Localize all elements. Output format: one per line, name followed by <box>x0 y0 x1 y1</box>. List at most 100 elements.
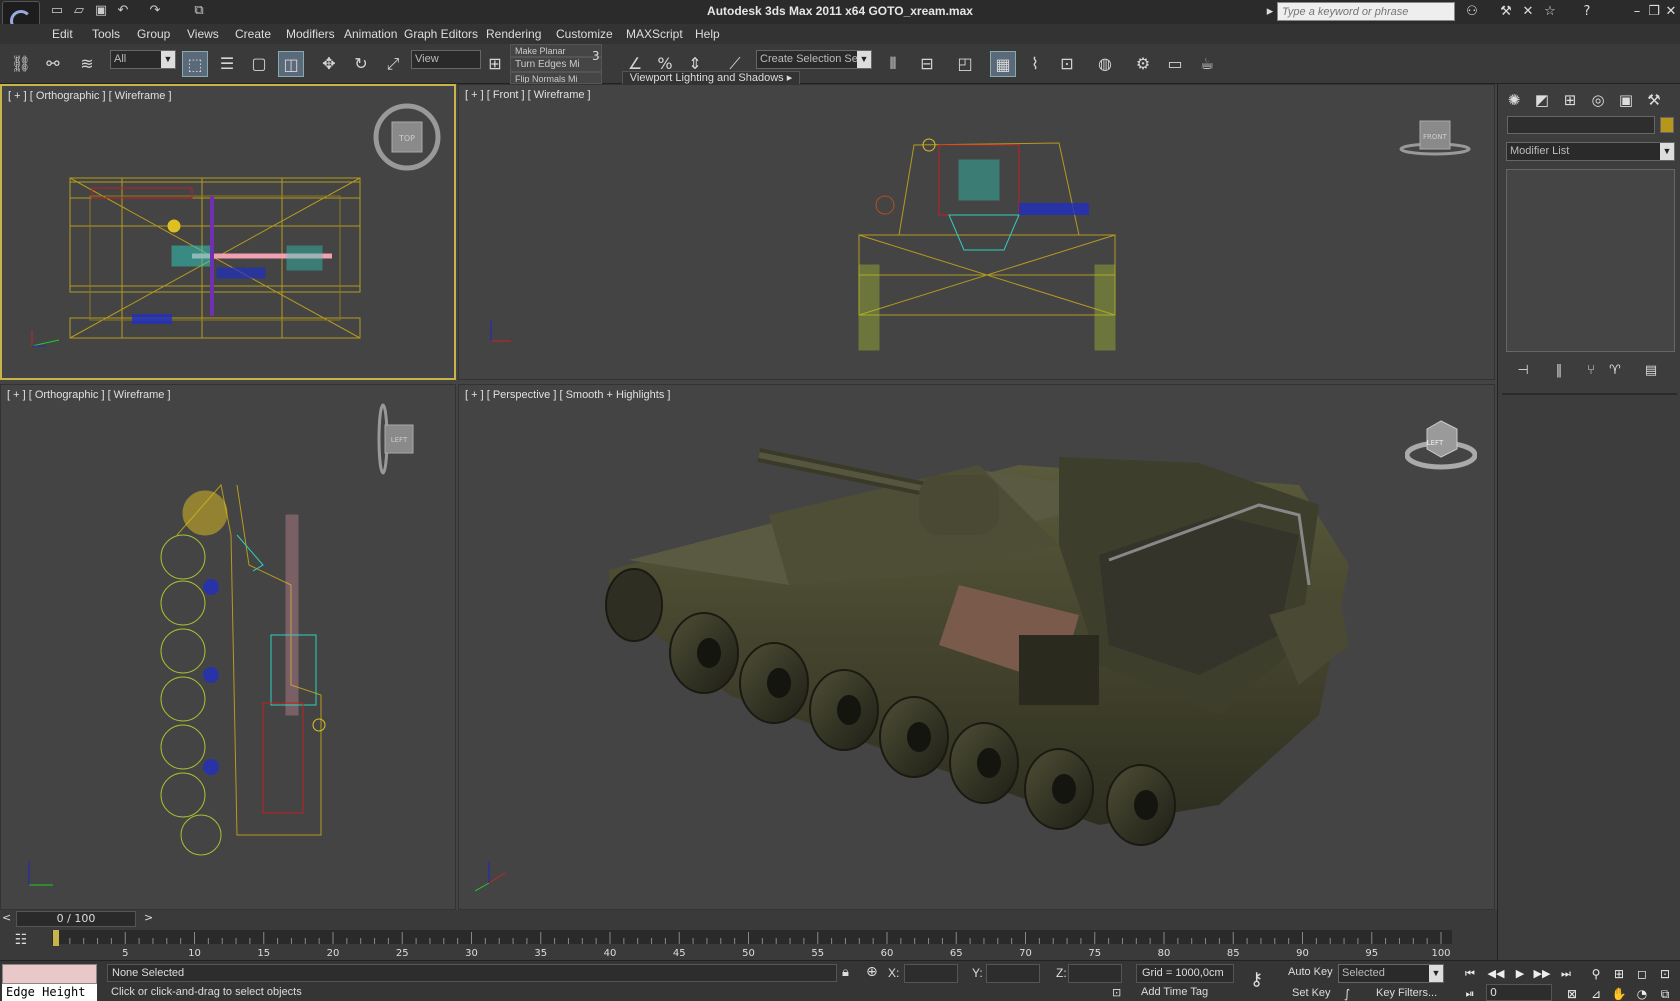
object-color-swatch[interactable] <box>1660 117 1674 133</box>
bind-to-space-warp-icon[interactable]: ≋ <box>74 51 100 77</box>
search-input[interactable] <box>1277 2 1455 21</box>
viewcube-top[interactable]: TOP <box>372 102 442 172</box>
go-to-start-icon[interactable]: ⏮ <box>1460 965 1480 983</box>
selection-filter-dropdown[interactable]: All ▼ <box>110 50 176 69</box>
menu-tools[interactable]: Tools <box>92 27 120 41</box>
ruler-track[interactable] <box>52 930 1452 944</box>
zoom-extents-all-icon[interactable]: ⊡ <box>1655 965 1675 983</box>
show-end-result-icon[interactable]: ‖ <box>1548 361 1570 381</box>
maximize-viewport-icon[interactable]: ⧉ <box>1655 985 1675 1001</box>
close-icon[interactable]: ✕ <box>1662 3 1680 21</box>
viewport-front[interactable]: FRONT [ + ] [ Front ] [ Wireframe ] <box>458 84 1495 380</box>
key-filters-button[interactable]: Key Filters... <box>1376 987 1437 999</box>
add-time-tag-button[interactable]: Add Time Tag <box>1136 984 1246 1001</box>
set-key-button[interactable]: Set Key <box>1292 987 1331 999</box>
y-coordinate-field[interactable] <box>986 964 1040 983</box>
restore-icon[interactable]: ❐ <box>1645 3 1663 21</box>
time-tag-icon[interactable]: ⊡ <box>1112 986 1121 999</box>
time-configuration-icon[interactable]: ⊠ <box>1562 985 1582 1001</box>
layer-manager-icon[interactable]: ◰ <box>952 51 978 77</box>
time-slider-next-icon[interactable]: > <box>144 911 153 924</box>
previous-frame-icon[interactable]: ◀◀ <box>1486 965 1506 983</box>
zoom-extents-icon[interactable]: ◻ <box>1632 965 1652 983</box>
minimize-icon[interactable]: – <box>1628 3 1646 21</box>
select-and-rotate-icon[interactable]: ↻ <box>348 51 374 77</box>
menu-views[interactable]: Views <box>187 27 219 41</box>
pin-stack-icon[interactable]: ⊣ <box>1512 361 1534 381</box>
favorites-star-icon[interactable]: ☆ <box>1541 3 1559 21</box>
select-and-link-icon[interactable]: ⛓ <box>8 51 34 77</box>
menu-graph-editors[interactable]: Graph Editors <box>404 27 478 41</box>
pan-icon[interactable]: ✋ <box>1609 985 1629 1001</box>
flip-normals-button[interactable]: Flip Normals Mi <box>510 72 602 84</box>
turn-edges-button[interactable]: Turn Edges Mi <box>510 57 602 72</box>
zoom-icon[interactable]: ⚲ <box>1586 965 1606 983</box>
save-file-icon[interactable]: ▣ <box>92 3 110 19</box>
help-icon[interactable]: ? <box>1578 3 1596 21</box>
window-crossing-icon[interactable]: ◫ <box>278 51 304 77</box>
viewport-label[interactable]: [ + ] [ Front ] [ Wireframe ] <box>465 89 591 101</box>
object-name-input[interactable] <box>1507 116 1655 134</box>
select-by-name-icon[interactable]: ☰ <box>214 51 240 77</box>
set-key-mode-key-icon[interactable]: ⚷ <box>1250 969 1263 990</box>
menu-maxscript[interactable]: MAXScript <box>626 27 683 41</box>
zoom-all-icon[interactable]: ⊞ <box>1609 965 1629 983</box>
menu-modifiers[interactable]: Modifiers <box>286 27 335 41</box>
timeline-ruler[interactable]: 5 10 15 20 25 30 35 40 45 50 55 60 65 70 75 80 85 90 95 100 <box>52 930 1452 958</box>
communication-center-icon[interactable]: ✕ <box>1519 3 1537 21</box>
make-unique-icon[interactable]: ⑂ <box>1580 361 1602 381</box>
current-frame-field[interactable]: 0 <box>1486 984 1552 1001</box>
new-file-icon[interactable]: ▭ <box>48 3 66 19</box>
redo-icon[interactable]: ↷ <box>146 3 164 19</box>
viewport-label[interactable]: [ + ] [ Orthographic ] [ Wireframe ] <box>8 90 172 102</box>
viewcube-perspective[interactable]: LEFT <box>1404 413 1478 471</box>
curve-editor-icon[interactable]: ⌇ <box>1022 51 1048 77</box>
selection-lock-icon[interactable]: 🔒︎ <box>842 965 849 980</box>
named-selection-dropdown[interactable]: Create Selection Se ▼ <box>756 50 872 69</box>
menu-animation[interactable]: Animation <box>344 27 397 41</box>
absolute-mode-icon[interactable]: ⊕ <box>866 964 878 980</box>
reference-coordinate-dropdown[interactable]: View <box>411 50 481 69</box>
select-object-icon[interactable]: ⬚ <box>182 51 208 77</box>
select-and-move-icon[interactable]: ✥ <box>316 51 342 77</box>
viewport-label[interactable]: [ + ] [ Orthographic ] [ Wireframe ] <box>7 389 171 401</box>
key-mode-toggle-icon[interactable]: ⏯ <box>1460 985 1480 1001</box>
viewport-left-orthographic[interactable]: LEFT [ + ] [ Orthographic ] [ Wireframe … <box>0 384 456 910</box>
open-file-icon[interactable]: ▱ <box>70 3 88 19</box>
rectangular-selection-icon[interactable]: ▢ <box>246 51 272 77</box>
motion-tab-icon[interactable]: ◎ <box>1586 88 1610 112</box>
unlink-selection-icon[interactable]: ⚯ <box>40 51 66 77</box>
maxscript-input[interactable]: Edge Height <box>2 984 97 1001</box>
schematic-view-icon[interactable]: ⊡ <box>1054 51 1080 77</box>
configure-modifier-sets-icon[interactable]: ▤ <box>1640 361 1662 381</box>
menu-rendering[interactable]: Rendering <box>486 27 541 41</box>
modifier-list-dropdown[interactable]: Modifier List ▼ <box>1506 142 1675 161</box>
key-mode-dropdown[interactable]: Selected ▼ <box>1338 964 1444 983</box>
maxscript-listener-mini[interactable] <box>2 964 97 984</box>
hierarchy-tab-icon[interactable]: ⊞ <box>1558 88 1582 112</box>
time-slider-thumb[interactable]: 0 / 100 <box>16 911 136 927</box>
x-coordinate-field[interactable] <box>904 964 958 983</box>
current-frame-marker[interactable] <box>53 930 59 946</box>
menu-create[interactable]: Create <box>235 27 271 41</box>
render-setup-icon[interactable]: ⚙ <box>1130 51 1156 77</box>
utilities-tab-icon[interactable]: ⚒ <box>1642 88 1666 112</box>
modify-tab-icon[interactable]: ◩ <box>1530 88 1554 112</box>
undo-icon[interactable]: ↶ <box>114 3 132 19</box>
viewport-top-orthographic[interactable]: TOP [ + ] [ Orthographic ] [ Wireframe ] <box>0 84 456 380</box>
render-production-icon[interactable]: ☕ <box>1194 51 1220 77</box>
mirror-icon[interactable]: ⫴ <box>880 51 906 77</box>
graphite-ribbon-icon[interactable]: ▦ <box>990 51 1016 77</box>
display-tab-icon[interactable]: ▣ <box>1614 88 1638 112</box>
rendered-frame-window-icon[interactable]: ▭ <box>1162 51 1188 77</box>
field-of-view-icon[interactable]: ⊿ <box>1586 985 1606 1001</box>
go-to-end-icon[interactable]: ⏭ <box>1556 965 1576 983</box>
binoculars-icon[interactable]: ⚇ <box>1463 3 1481 21</box>
remove-modifier-icon[interactable]: ♈ <box>1604 361 1626 381</box>
auto-key-button[interactable]: Auto Key <box>1288 966 1333 978</box>
menu-edit[interactable]: Edit <box>52 27 73 41</box>
viewcube-front[interactable]: FRONT <box>1399 119 1471 161</box>
modifier-stack[interactable] <box>1506 169 1675 352</box>
viewport-perspective[interactable]: LEFT [ + ] [ Perspective ] [ Smooth + Hi… <box>458 384 1495 910</box>
z-coordinate-field[interactable] <box>1068 964 1122 983</box>
